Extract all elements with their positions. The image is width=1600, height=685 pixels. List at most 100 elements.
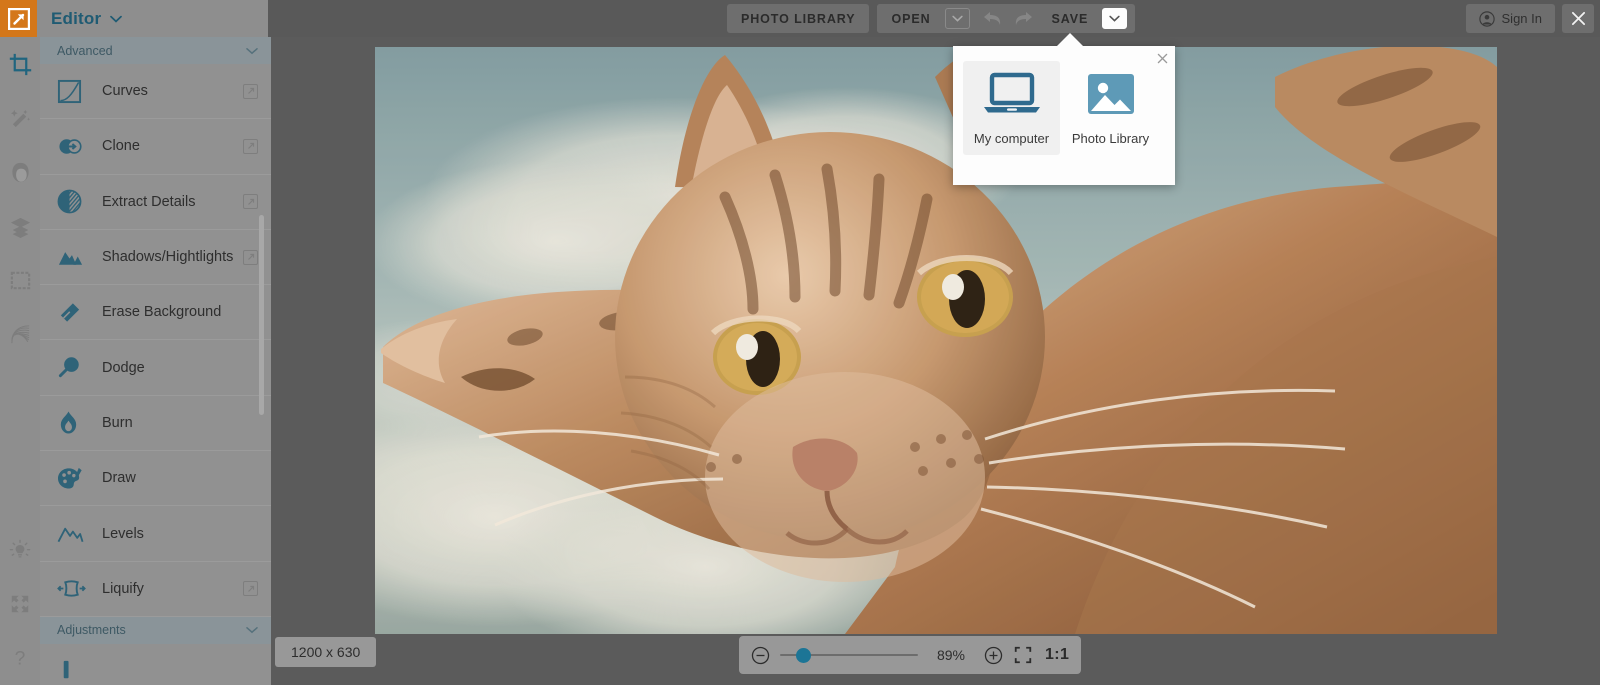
- fit-to-screen-button[interactable]: [1013, 645, 1033, 665]
- chevron-down-icon: [110, 10, 122, 28]
- open-external-icon[interactable]: [243, 194, 258, 209]
- chevron-down-icon: [246, 44, 258, 58]
- sign-in-button[interactable]: Sign In: [1466, 4, 1555, 33]
- sidebar-item-draw[interactable]: Draw: [40, 451, 271, 506]
- open-external-icon[interactable]: [243, 139, 258, 154]
- save-button[interactable]: SAVE: [1038, 4, 1103, 33]
- zoom-slider[interactable]: [780, 647, 918, 663]
- close-window-button[interactable]: [1562, 4, 1594, 33]
- sidebar-item-label: Extract Details: [102, 194, 243, 210]
- chevron-down-icon: [1109, 15, 1120, 22]
- dodge-icon: [57, 355, 91, 380]
- user-circle-icon: [1479, 11, 1495, 27]
- rail-item-theme[interactable]: [0, 523, 40, 577]
- sidebar-item-dodge[interactable]: Dodge: [40, 340, 271, 395]
- tool-rail: ?: [0, 37, 40, 685]
- zoom-out-button[interactable]: [751, 646, 770, 665]
- question-mark-icon: ?: [9, 647, 31, 669]
- rail-item-portrait[interactable]: [0, 145, 40, 199]
- chevron-down-icon: [246, 623, 258, 637]
- account-actions: Sign In: [1466, 4, 1594, 33]
- rail-item-layers[interactable]: [0, 199, 40, 253]
- cat-in-clouds-image: [375, 47, 1497, 634]
- photo-canvas[interactable]: [375, 47, 1497, 634]
- sign-in-label: Sign In: [1502, 11, 1542, 26]
- sidebar-item-erase-background[interactable]: Erase Background: [40, 285, 271, 340]
- save-dropdown-caret[interactable]: [1102, 8, 1127, 29]
- sidebar-item-label: Liquify: [102, 581, 243, 597]
- image-picture-icon: [1086, 72, 1136, 121]
- pixlr-arrow-logo-icon: [8, 8, 30, 30]
- sidebar-item-levels[interactable]: Levels: [40, 506, 271, 561]
- sidebar-item-clone[interactable]: Clone: [40, 119, 271, 174]
- popup-options: My computer Photo Library: [953, 46, 1175, 155]
- popup-item-label: Photo Library: [1072, 131, 1149, 146]
- sidebar-item-partial[interactable]: [40, 644, 271, 685]
- sidebar-section-label: Advanced: [57, 44, 113, 58]
- sidebar-item-label: Dodge: [102, 360, 258, 376]
- redo-button[interactable]: [1008, 4, 1038, 33]
- sidebar-item-curves[interactable]: Curves: [40, 64, 271, 119]
- close-x-icon: [1157, 53, 1168, 64]
- popup-arrow: [1057, 33, 1083, 46]
- layers-stack-icon: [9, 215, 32, 238]
- page-title: Editor: [51, 9, 101, 29]
- rail-item-frame[interactable]: [0, 253, 40, 307]
- popup-item-my-computer[interactable]: My computer: [963, 61, 1060, 155]
- curves-icon: [57, 79, 91, 104]
- lightbulb-icon: [9, 539, 31, 561]
- sidebar-item-label: Burn: [102, 415, 258, 431]
- rail-item-crop[interactable]: [0, 37, 40, 91]
- sidebar-item-extract-details[interactable]: Extract Details: [40, 175, 271, 230]
- undo-button[interactable]: [978, 4, 1008, 33]
- popup-item-label: My computer: [974, 131, 1049, 146]
- actual-size-button[interactable]: 1:1: [1043, 646, 1069, 664]
- top-toolbar: Editor PHOTO LIBRARY OPEN: [0, 0, 1600, 37]
- sidebar-scrollbar[interactable]: [259, 215, 264, 415]
- eraser-icon: [57, 300, 91, 325]
- sidebar-item-shadows-highlights[interactable]: Shadows/Hightlights: [40, 230, 271, 285]
- photo-library-button[interactable]: PHOTO LIBRARY: [727, 4, 869, 33]
- popup-close-button[interactable]: [1153, 49, 1171, 67]
- clone-stamp-icon: [57, 134, 91, 159]
- open-save-group: OPEN SAVE: [877, 4, 1135, 33]
- crop-icon: [9, 53, 32, 76]
- portrait-face-icon: [9, 161, 32, 184]
- open-source-popup: My computer Photo Library: [953, 46, 1175, 185]
- image-dimensions-badge: 1200 x 630: [275, 637, 376, 667]
- open-external-icon[interactable]: [243, 84, 258, 99]
- frame-square-icon: [9, 269, 32, 292]
- fit-to-screen-icon: [1013, 645, 1033, 665]
- magic-wand-icon: [9, 107, 32, 130]
- sidebar-section-advanced[interactable]: Advanced: [40, 37, 271, 64]
- rail-item-help[interactable]: ?: [0, 631, 40, 685]
- popup-item-photo-library[interactable]: Photo Library: [1062, 61, 1159, 155]
- svg-text:?: ?: [15, 648, 26, 669]
- sidebar-item-burn[interactable]: Burn: [40, 396, 271, 451]
- zoom-toolbar: 89% 1:1: [739, 636, 1081, 674]
- app-logo[interactable]: [0, 0, 37, 37]
- sidebar-item-label: Shadows/Hightlights: [102, 249, 243, 265]
- rail-item-texture[interactable]: [0, 307, 40, 361]
- open-button[interactable]: OPEN: [877, 4, 944, 33]
- open-dropdown-caret[interactable]: [945, 8, 970, 29]
- sidebar-item-liquify[interactable]: Liquify: [40, 562, 271, 617]
- zoom-in-button[interactable]: [984, 646, 1003, 665]
- liquify-icon: [57, 578, 91, 599]
- rail-bottom-group: ?: [0, 523, 40, 685]
- palette-brush-icon: [57, 466, 91, 491]
- expand-arrows-icon: [9, 593, 31, 615]
- minus-circle-icon: [751, 646, 770, 665]
- editor-menu-button[interactable]: Editor: [37, 0, 268, 37]
- sidebar-item-label: Curves: [102, 83, 243, 99]
- rail-item-retouch[interactable]: [0, 91, 40, 145]
- sidebar-section-adjustments[interactable]: Adjustments: [40, 617, 271, 644]
- zoom-level-value: 89%: [928, 647, 974, 663]
- pixlr-editor-window: Editor PHOTO LIBRARY OPEN: [0, 0, 1600, 685]
- rail-item-fullscreen[interactable]: [0, 577, 40, 631]
- open-external-icon[interactable]: [243, 581, 258, 596]
- canvas-stage[interactable]: [271, 37, 1600, 685]
- open-external-icon[interactable]: [243, 250, 258, 265]
- close-x-icon: [1571, 11, 1586, 26]
- zoom-slider-thumb[interactable]: [796, 648, 811, 663]
